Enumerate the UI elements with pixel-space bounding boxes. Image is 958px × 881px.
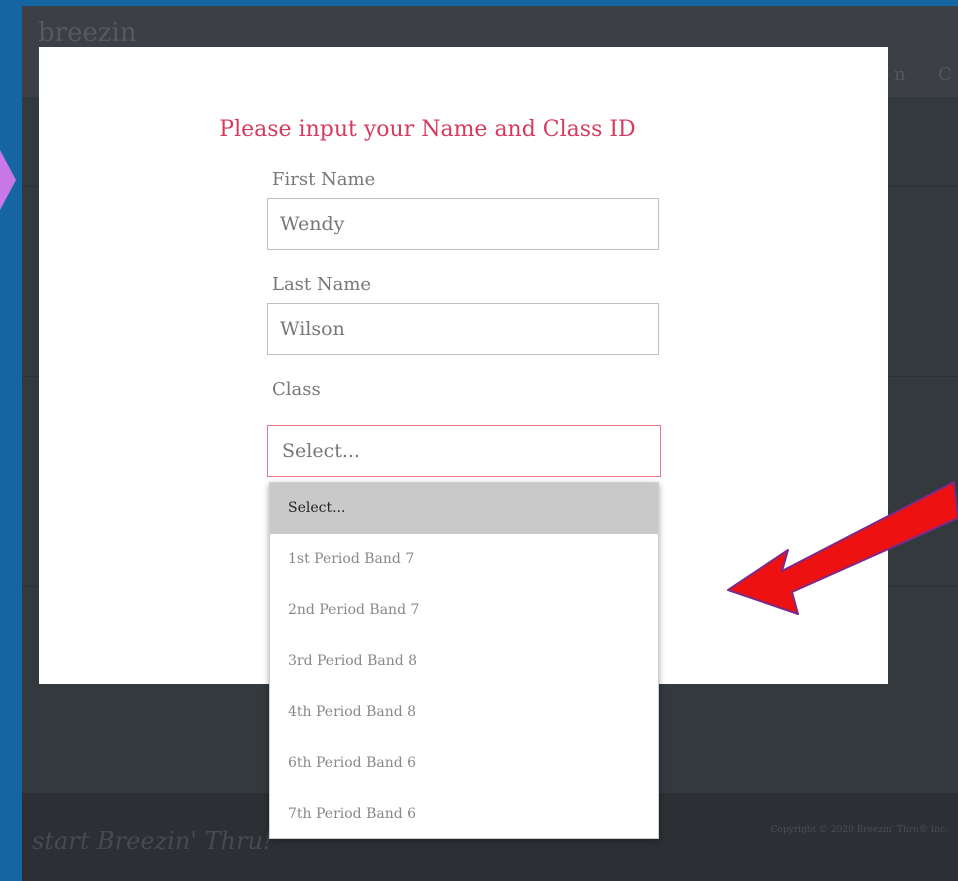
class-option[interactable]: 3rd Period Band 8: [270, 636, 658, 687]
first-name-label: First Name: [272, 169, 376, 190]
class-option[interactable]: 6th Period Band 6: [270, 738, 658, 789]
modal-title: Please input your Name and Class ID: [219, 117, 636, 142]
background-copyright: Copyright © 2020 Breezin' Thru® Inc.: [770, 825, 948, 835]
background-nav-fragment: C: [938, 64, 952, 85]
last-name-input[interactable]: Wilson: [267, 303, 659, 355]
first-name-input[interactable]: Wendy: [267, 198, 659, 250]
class-option[interactable]: 1st Period Band 7: [270, 534, 658, 585]
class-option[interactable]: Select...: [270, 483, 658, 534]
class-dropdown-list: Select... 1st Period Band 7 2nd Period B…: [269, 482, 659, 839]
class-select[interactable]: Select...: [267, 425, 661, 477]
background-tagline: start Breezin' Thru!: [32, 827, 273, 855]
class-option[interactable]: 4th Period Band 8: [270, 687, 658, 738]
background-logo: breezin: [38, 18, 137, 48]
red-arrow-icon: [727, 481, 958, 615]
background-nav-fragment: n: [894, 64, 906, 85]
callout-shape: [0, 150, 16, 210]
class-label: Class: [272, 379, 321, 400]
last-name-label: Last Name: [272, 274, 372, 295]
class-option[interactable]: 7th Period Band 6: [270, 789, 658, 840]
class-option[interactable]: 2nd Period Band 7: [270, 585, 658, 636]
